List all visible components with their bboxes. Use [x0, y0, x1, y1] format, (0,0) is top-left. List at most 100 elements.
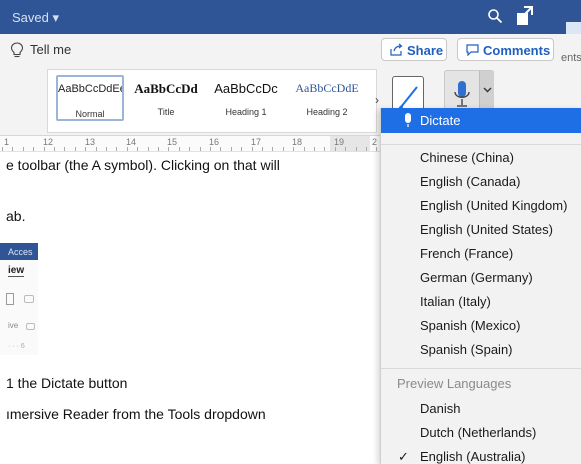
ruler-number: 1: [4, 137, 10, 147]
menu-item-language[interactable]: Italian (Italy): [420, 294, 491, 309]
ruler-tick: [106, 147, 107, 151]
title-bar: Saved ▾: [0, 0, 581, 34]
ruler-number: 15: [167, 137, 178, 147]
menu-separator: [381, 144, 581, 145]
tell-me-search[interactable]: Tell me: [30, 42, 71, 57]
ruler-number: 2: [372, 137, 378, 147]
menu-separator: [381, 368, 581, 369]
ruler-tick: [376, 147, 377, 151]
style-normal[interactable]: AaBbCcDdEe Normal: [56, 75, 124, 121]
share-button[interactable]: Share: [381, 38, 447, 61]
thumb-ruler: · · · 6: [8, 343, 25, 350]
style-heading-1[interactable]: AaBbCcDc Heading 1: [212, 75, 280, 121]
checkmark-icon: ✓: [398, 449, 409, 464]
style-name: Heading 1: [225, 107, 267, 117]
ruler-tick: [12, 147, 13, 151]
thumb-live-label: ive: [8, 321, 19, 330]
ruler-tick: [200, 147, 201, 151]
menu-item-language[interactable]: Spanish (Spain): [420, 342, 513, 357]
menu-item-preview-language-selected[interactable]: English (Australia): [420, 449, 526, 464]
ruler-tick: [168, 147, 169, 151]
menu-item-language[interactable]: German (Germany): [420, 270, 533, 285]
menu-item-label: Dictate: [420, 113, 461, 128]
style-name: Normal: [75, 109, 105, 119]
ruler-number: 18: [292, 137, 303, 147]
ruler-tick: [179, 147, 180, 151]
ruler-tick: [314, 147, 315, 151]
doc-text-line: 1 the Dictate button: [6, 375, 128, 391]
menu-item-language[interactable]: English (United Kingdom): [420, 198, 567, 213]
ruler-tick: [148, 147, 149, 151]
menu-item-language[interactable]: English (United States): [420, 222, 553, 237]
ruler-tick: [304, 147, 305, 151]
partial-label: ents: [561, 52, 581, 64]
ruler-tick: [241, 147, 242, 151]
style-title[interactable]: AaBbCcDd Title: [132, 75, 200, 121]
ruler-tick: [231, 147, 232, 151]
ruler-tick: [283, 147, 284, 151]
style-preview: AaBbCcDdE: [295, 81, 359, 95]
ruler-number: 12: [43, 137, 54, 147]
styles-gallery: AaBbCcDdEe Normal AaBbCcDd Title AaBbCcD…: [47, 69, 377, 133]
thumb-comment-icon: [26, 323, 35, 330]
lightbulb-icon: [10, 42, 24, 58]
menu-item-language[interactable]: French (France): [420, 246, 513, 261]
ruler-tick: [75, 147, 76, 151]
ruler-tick: [272, 147, 273, 151]
menu-section-header: Preview Languages: [397, 376, 512, 391]
ruler-tick: [345, 147, 346, 151]
microphone-icon: [405, 113, 411, 127]
ruler-tick: [356, 147, 357, 151]
menu-item-language[interactable]: Chinese (China): [420, 150, 514, 165]
thumb-comment-icon: [24, 295, 34, 303]
thumb-tab-bar: Acces: [0, 243, 38, 260]
ruler-tick: [64, 147, 65, 151]
styles-more-chevron[interactable]: ›: [375, 93, 379, 107]
menu-item-preview-language[interactable]: Dutch (Netherlands): [420, 425, 536, 440]
ruler-tick: [335, 147, 336, 151]
menu-item-language[interactable]: English (Canada): [420, 174, 520, 189]
menu-item-language[interactable]: Spanish (Mexico): [420, 318, 520, 333]
menu-item-dictate[interactable]: Dictate: [381, 108, 581, 133]
style-preview: AaBbCcDc: [214, 81, 278, 96]
style-preview: AaBbCcDdEe: [58, 83, 122, 95]
share-label: Share: [407, 43, 444, 58]
ruler-tick: [293, 147, 294, 151]
search-icon[interactable]: [487, 8, 503, 24]
ruler-tick: [210, 147, 211, 151]
ruler-tick: [44, 147, 45, 151]
ruler-tick: [54, 147, 55, 151]
style-name: Title: [157, 107, 175, 117]
saved-status[interactable]: Saved ▾: [12, 10, 59, 26]
ruler-tick: [127, 147, 128, 151]
ruler-tick: [96, 147, 97, 151]
thumb-view-tab: iew: [8, 265, 25, 277]
chevron-down-icon: [483, 87, 492, 93]
ruler-tick: [23, 147, 24, 151]
style-heading-2[interactable]: AaBbCcDdE Heading 2: [293, 75, 361, 121]
thumb-page-icon: [6, 293, 14, 305]
share-people-icon[interactable]: [512, 5, 534, 27]
doc-text-line: e toolbar (the A symbol). Clicking on th…: [6, 157, 280, 173]
ruler-tick: [262, 147, 263, 151]
tell-me-bar: Tell me Share Comments: [0, 34, 581, 66]
ruler-tick: [137, 147, 138, 151]
style-preview: AaBbCcDd: [134, 81, 198, 96]
ruler-tick: [116, 147, 117, 151]
ruler-tick: [158, 147, 159, 151]
ruler-tick: [324, 147, 325, 151]
ruler-tick: [2, 147, 3, 151]
ruler-tick: [220, 147, 221, 151]
share-icon: [390, 43, 403, 56]
ruler-number: 16: [209, 137, 220, 147]
doc-text-line: ımersive Reader from the Tools dropdown: [6, 406, 266, 422]
dictate-language-menu: Dictate Chinese (China) English (Canada)…: [380, 108, 581, 464]
ruler-tick: [189, 147, 190, 151]
ruler-tick: [85, 147, 86, 151]
ruler-tick: [366, 147, 367, 151]
ruler-number: 14: [126, 137, 137, 147]
menu-item-preview-language[interactable]: Danish: [420, 401, 460, 416]
embedded-screenshot: Acces iew ive · · · 6: [0, 243, 38, 355]
comments-button[interactable]: Comments: [457, 38, 554, 61]
ruler-tick: [33, 147, 34, 151]
